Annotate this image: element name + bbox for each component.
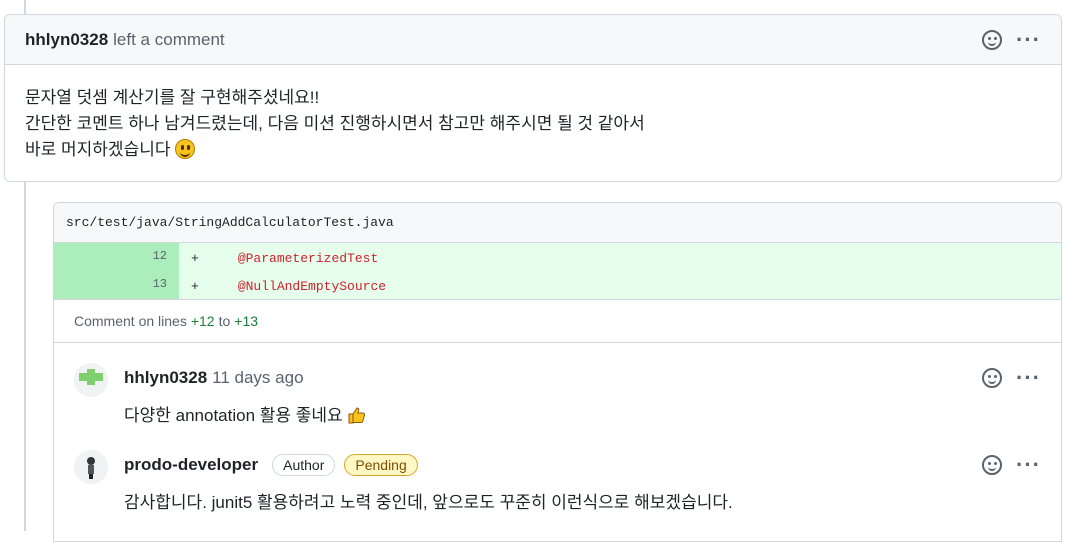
comment-header: hhlyn0328 left a comment ··· (5, 15, 1061, 65)
lines-note-to: to (218, 313, 231, 329)
diff-row: 13 + @NullAndEmptySource (54, 271, 1061, 299)
avatar[interactable] (74, 450, 108, 484)
diff-code: @NullAndEmptySource (237, 279, 387, 294)
diff-line-number[interactable]: 13 (54, 271, 179, 299)
more-options-icon[interactable]: ··· (1016, 454, 1041, 476)
comment-lines-note: Comment on lines +12 to +13 (54, 299, 1061, 343)
line-to: +13 (234, 313, 259, 329)
line-from: +12 (190, 313, 215, 329)
diff-row: 12 + @ParameterizedTest (54, 243, 1061, 271)
add-reaction-icon[interactable] (982, 455, 1003, 475)
add-reaction-icon[interactable] (982, 368, 1003, 388)
reply-body: 다양한 annotation 활용 좋네요 (124, 401, 1041, 426)
diff-code: @ParameterizedTest (237, 251, 379, 266)
comment-line-3: 바로 머지하겠습니다 (25, 140, 171, 159)
reply-timestamp[interactable]: 11 days ago (212, 368, 303, 388)
comment-body: 문자열 덧셈 계산기를 잘 구현해주셨네요!! 간단한 코멘트 하나 남겨드렸는… (5, 65, 1061, 163)
add-reaction-icon[interactable] (982, 29, 1003, 50)
comment-line-1: 문자열 덧셈 계산기를 잘 구현해주셨네요!! (25, 88, 320, 107)
review-thread: src/test/java/StringAddCalculatorTest.ja… (53, 202, 1062, 542)
reply-text: 감사합니다. junit5 활용하려고 노력 중인데, 앞으로도 꾸준히 이런식… (124, 493, 733, 512)
review-reply: hhlyn0328 11 days ago ··· 다양한 annotation… (54, 361, 1061, 426)
more-options-icon[interactable]: ··· (1016, 28, 1041, 50)
pending-badge: Pending (344, 454, 418, 476)
file-path[interactable]: src/test/java/StringAddCalculatorTest.ja… (54, 203, 1061, 243)
reply-author-link[interactable]: hhlyn0328 (124, 368, 207, 388)
reply-text: 다양한 annotation 활용 좋네요 (124, 406, 343, 425)
diff-sign: + (191, 279, 199, 294)
thumbs-up-icon (348, 407, 366, 424)
review-reply: prodo-developer Author Pending ··· 감사합니다… (54, 448, 1061, 513)
author-badge: Author (272, 454, 336, 476)
lines-note-prefix: Comment on lines (74, 313, 187, 329)
more-options-icon[interactable]: ··· (1016, 367, 1041, 389)
issue-comment: hhlyn0328 left a comment ··· 문자열 덧셈 계산기를… (4, 14, 1062, 182)
comment-line-2: 간단한 코멘트 하나 남겨드렸는데, 다음 미션 진행하시면서 참고만 해주시면… (25, 114, 645, 133)
diff-line-number[interactable]: 12 (54, 243, 179, 271)
diff-sign: + (191, 251, 199, 266)
comment-action-text: left a comment (113, 29, 225, 49)
avatar[interactable] (74, 363, 108, 397)
comment-author-link[interactable]: hhlyn0328 (25, 30, 108, 50)
smiley-emoji-icon (175, 139, 196, 159)
reply-author-link[interactable]: prodo-developer (124, 455, 258, 475)
